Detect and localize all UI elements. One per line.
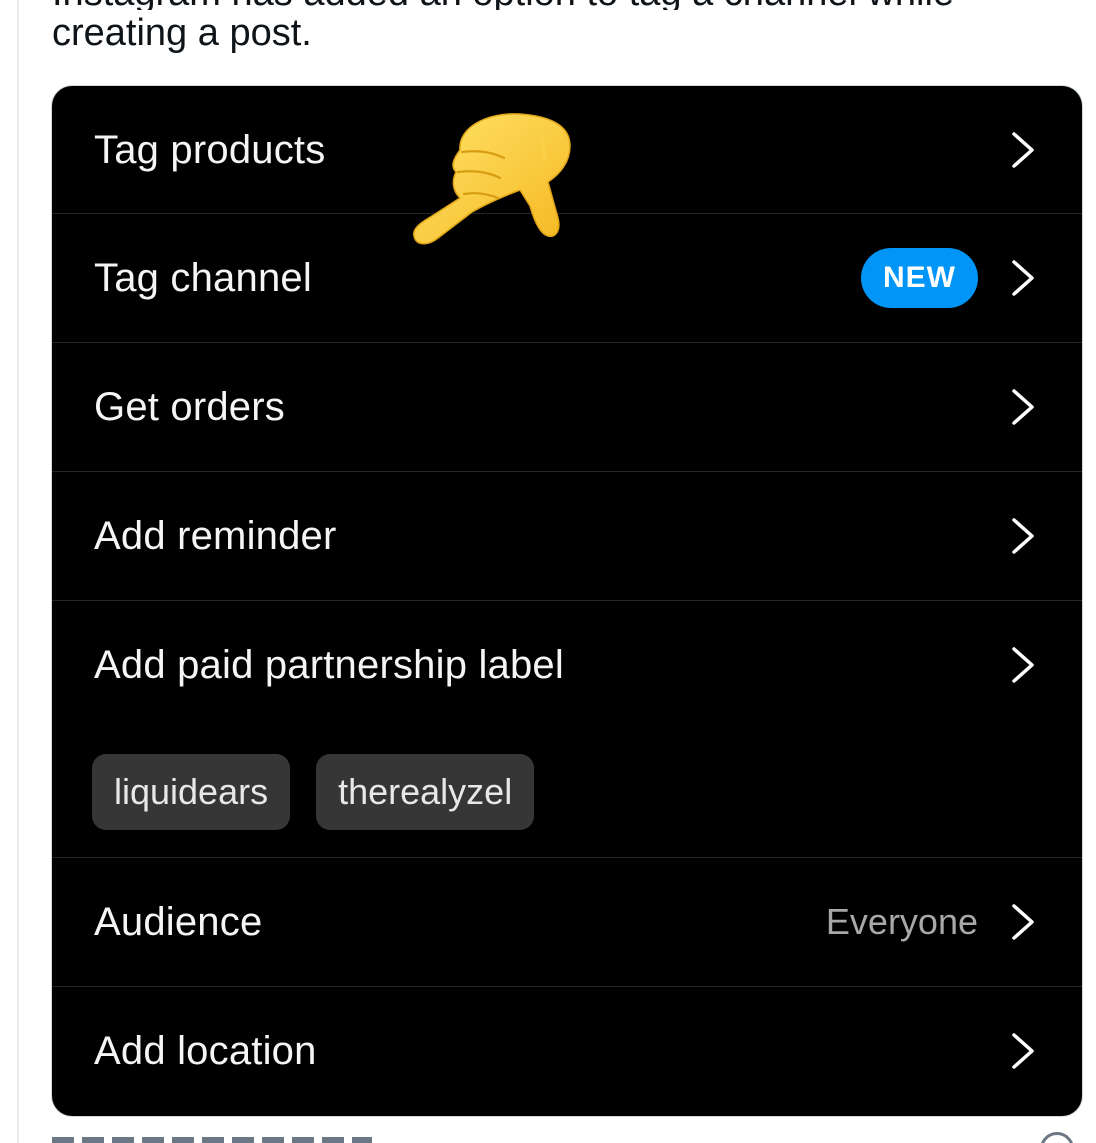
audience-value: Everyone [825, 901, 978, 942]
tweet-text: Instagram has added an option to tag a c… [52, 0, 1052, 56]
partner-chip[interactable]: therealyzel [316, 754, 535, 830]
chevron-right-icon [1008, 130, 1038, 170]
menu-row-audience[interactable]: Audience Everyone [52, 858, 1082, 986]
menu-row-label: Add location [94, 1028, 317, 1073]
tweet-timestamp-clipped [52, 1133, 452, 1143]
partner-chips: liquidears therealyzel [92, 754, 535, 830]
chevron-right-icon [1008, 645, 1038, 685]
menu-row-paid-partnership[interactable]: Add paid partnership label [52, 601, 1082, 729]
timeline-rule [17, 0, 19, 1143]
pointing-hand-emoji-icon [413, 113, 571, 245]
menu-row-label: Tag channel [94, 255, 312, 300]
chevron-right-icon [1008, 258, 1038, 298]
chevron-right-icon [1008, 387, 1038, 427]
menu-row-add-location[interactable]: Add location [52, 987, 1082, 1115]
menu-row-label: Tag products [94, 127, 326, 172]
menu-row-get-orders[interactable]: Get orders [52, 343, 1082, 471]
menu-row-label: Get orders [94, 384, 285, 429]
new-badge: NEW [861, 248, 978, 308]
menu-row-label: Add reminder [94, 513, 337, 558]
chevron-right-icon [1008, 516, 1038, 556]
tweet-text-line-1-clipped: Instagram has added an option to tag a c… [52, 0, 1052, 10]
partner-chip[interactable]: liquidears [92, 754, 291, 830]
chevron-right-icon [1008, 1031, 1038, 1071]
menu-row-label: Audience [94, 899, 263, 944]
tweet-text-line-2: creating a post. [52, 12, 312, 54]
menu-row-add-reminder[interactable]: Add reminder [52, 472, 1082, 600]
tweet-page: Instagram has added an option to tag a c… [0, 0, 1096, 1143]
chevron-right-icon [1008, 902, 1038, 942]
info-icon[interactable] [1040, 1132, 1074, 1143]
menu-row-label: Add paid partnership label [94, 642, 564, 687]
